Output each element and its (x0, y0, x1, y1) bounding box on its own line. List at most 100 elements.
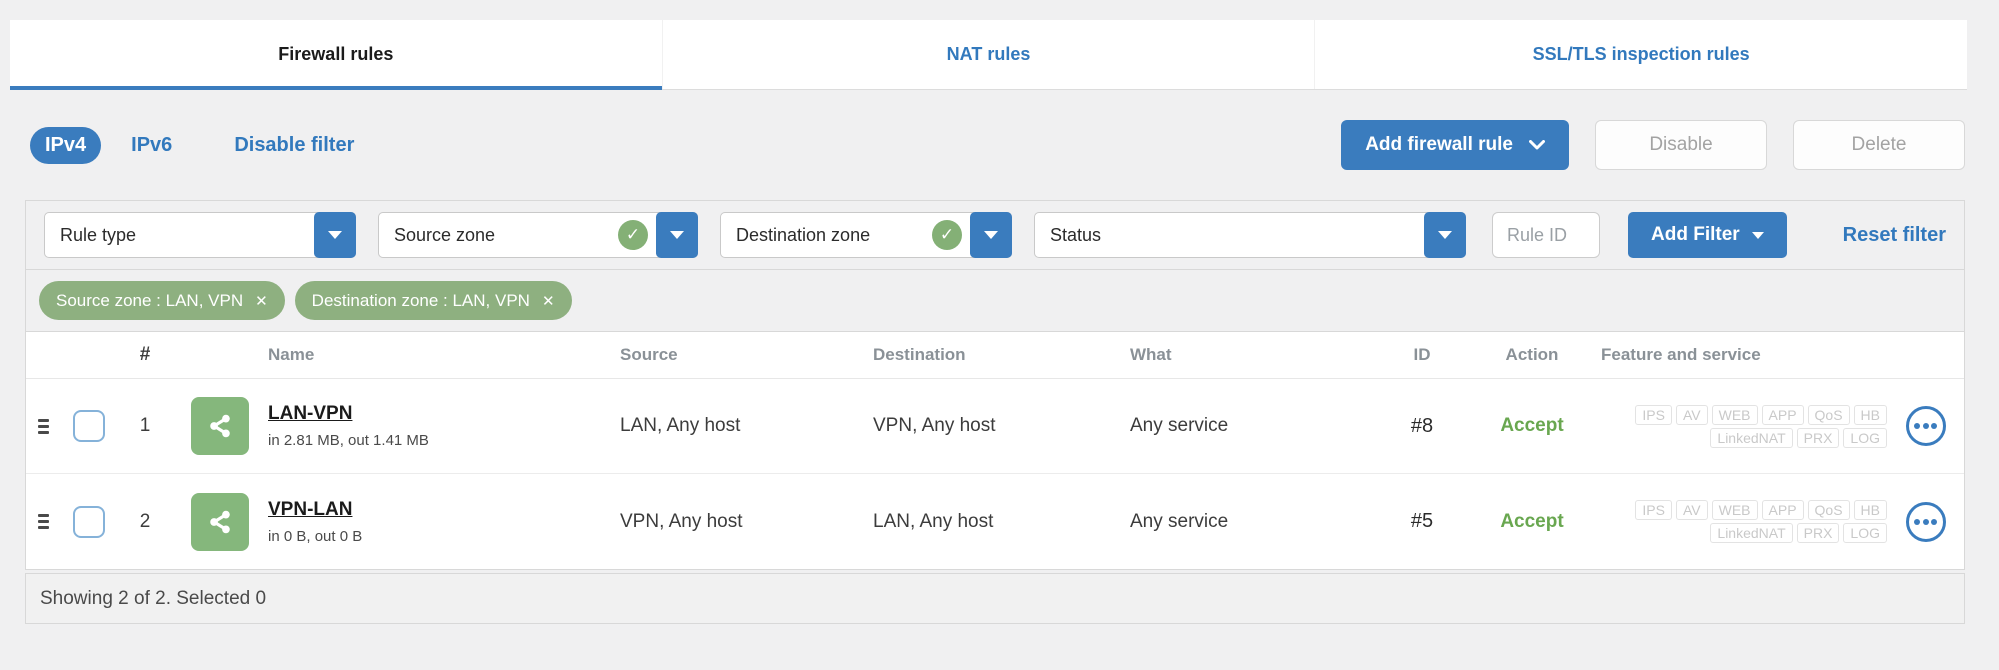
tab-bar: Firewall rules NAT rules SSL/TLS inspect… (10, 20, 1968, 90)
dropdown-open-button[interactable] (656, 212, 698, 258)
tab-label: NAT rules (946, 44, 1031, 64)
badge-app: APP (1761, 500, 1804, 520)
caret-down-icon (1751, 231, 1764, 239)
dropdown-label: Rule type (60, 224, 137, 245)
toolbar: IPv4 IPv6 Disable filter Add firewall ru… (25, 90, 1965, 200)
tab-nat-rules[interactable]: NAT rules (661, 20, 1315, 89)
delete-button[interactable]: Delete (1793, 120, 1965, 170)
row-actions-menu-icon[interactable] (1905, 406, 1946, 446)
badge-linkednat: LinkedNAT (1710, 523, 1793, 543)
row-number: 1 (139, 415, 151, 436)
dropdown-label: Source zone (394, 224, 496, 245)
rule-destination: VPN, Any host (873, 415, 996, 436)
rule-type-dropdown[interactable]: Rule type (44, 212, 356, 258)
header-what: What (1130, 345, 1172, 364)
drag-handle-icon[interactable] (37, 418, 49, 434)
badge-log: LOG (1843, 427, 1887, 448)
badge-prx: PRX (1796, 523, 1840, 543)
rule-destination: LAN, Any host (873, 510, 994, 532)
badge-web: WEB (1711, 404, 1758, 425)
rule-name-link[interactable]: LAN-VPN (268, 403, 352, 425)
tab-ssl-tls-inspection-rules[interactable]: SSL/TLS inspection rules (1314, 20, 1968, 89)
rule-action: Accept (1500, 415, 1564, 436)
rule-id-input[interactable] (1492, 212, 1600, 258)
ipv4-toggle[interactable]: IPv4 (30, 126, 102, 164)
disable-filter-link[interactable]: Disable filter (234, 134, 354, 157)
chip-label: Destination zone : LAN, VPN (311, 290, 530, 310)
dropdown-open-button[interactable] (314, 212, 356, 258)
header-name: Name (268, 345, 315, 364)
add-filter-label: Add Filter (1651, 224, 1740, 245)
tab-firewall-rules[interactable]: Firewall rules (10, 20, 662, 90)
source-zone-dropdown[interactable]: Source zone ✓ (378, 212, 698, 258)
badge-hb: HB (1853, 500, 1887, 520)
table-row: 1 LAN-VPN in 2.81 MB, out 1.41 MB LAN, A… (26, 379, 1964, 474)
badge-qos: QoS (1807, 404, 1850, 425)
badge-app: APP (1761, 404, 1804, 425)
row-actions-menu-icon[interactable] (1905, 501, 1946, 542)
tab-label: Firewall rules (278, 44, 394, 64)
rule-what: Any service (1130, 415, 1229, 436)
header-features: Feature and service (1601, 345, 1761, 364)
header-source: Source (620, 345, 678, 364)
close-icon[interactable]: ✕ (255, 292, 268, 310)
badge-av: AV (1675, 500, 1708, 520)
row-checkbox[interactable] (73, 410, 105, 442)
rule-traffic: in 0 B, out 0 B (268, 527, 363, 545)
dropdown-label: Status (1050, 224, 1102, 245)
disable-button[interactable]: Disable (1595, 120, 1767, 170)
header-action: Action (1505, 345, 1559, 364)
tab-label: SSL/TLS inspection rules (1532, 44, 1750, 64)
showing-summary: Showing 2 of 2. Selected 0 (40, 587, 267, 609)
rule-action: Accept (1500, 510, 1564, 532)
caret-down-icon (670, 231, 684, 239)
rule-id: #8 (1410, 414, 1434, 437)
share-network-icon (191, 492, 249, 551)
dropdown-label: Destination zone (736, 224, 871, 245)
header-id: ID (1413, 345, 1431, 364)
header-destination: Destination (873, 345, 966, 364)
badge-web: WEB (1711, 500, 1758, 520)
add-firewall-rule-label: Add firewall rule (1365, 134, 1513, 155)
filter-bar: Rule type Source zone ✓ Destination zone… (25, 200, 1965, 270)
filter-chip-destination-zone: Destination zone : LAN, VPN ✕ (294, 281, 572, 320)
chevron-down-icon (1529, 140, 1545, 150)
rule-traffic: in 2.81 MB, out 1.41 MB (268, 432, 429, 449)
rule-source: VPN, Any host (620, 510, 743, 532)
rule-source: LAN, Any host (620, 415, 741, 436)
caret-down-icon (328, 231, 342, 239)
ipv6-toggle[interactable]: IPv6 (131, 134, 172, 157)
add-firewall-rule-button[interactable]: Add firewall rule (1341, 120, 1569, 170)
share-network-icon (191, 397, 249, 455)
reset-filter-link[interactable]: Reset filter (1843, 224, 1946, 247)
status-dropdown[interactable]: Status (1034, 212, 1466, 258)
header-num: # (139, 344, 151, 365)
badge-linkednat: LinkedNAT (1710, 427, 1793, 448)
drag-handle-icon[interactable] (37, 514, 49, 529)
dropdown-open-button[interactable] (970, 212, 1012, 258)
dropdown-open-button[interactable] (1424, 212, 1466, 258)
filter-chip-source-zone: Source zone : LAN, VPN ✕ (39, 281, 285, 320)
badge-av: AV (1675, 404, 1708, 425)
caret-down-icon (984, 231, 998, 239)
badge-qos: QoS (1807, 500, 1850, 520)
table-header-row: # Name Source Destination What ID Action… (26, 332, 1964, 379)
table-footer: Showing 2 of 2. Selected 0 (25, 573, 1965, 624)
rule-what: Any service (1130, 510, 1229, 532)
rule-id: #5 (1410, 510, 1434, 532)
destination-zone-dropdown[interactable]: Destination zone ✓ (720, 212, 1012, 258)
firewall-rules-table: # Name Source Destination What ID Action… (25, 332, 1965, 570)
close-icon[interactable]: ✕ (542, 292, 555, 310)
check-circle-icon: ✓ (618, 220, 648, 250)
badge-ips: IPS (1635, 500, 1672, 520)
toolbar-actions: Add firewall rule Disable Delete (1341, 120, 1965, 170)
row-checkbox[interactable] (73, 505, 105, 538)
badge-log: LOG (1843, 523, 1887, 543)
add-filter-button[interactable]: Add Filter (1628, 212, 1787, 258)
feature-badges: IPS AV WEB APP QoS HB LinkedNAT PRX LOG (1597, 404, 1887, 448)
table-row: 2 VPN-LAN in 0 B, out 0 B VPN, Any host … (26, 474, 1964, 569)
rule-name-link[interactable]: VPN-LAN (268, 499, 352, 521)
filter-chips-row: Source zone : LAN, VPN ✕ Destination zon… (25, 270, 1965, 332)
badge-ips: IPS (1635, 404, 1672, 425)
feature-badges: IPS AV WEB APP QoS HB LinkedNAT PRX LOG (1597, 500, 1887, 543)
